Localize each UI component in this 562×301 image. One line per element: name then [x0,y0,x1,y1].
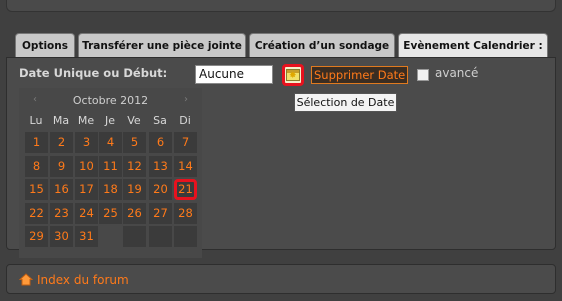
day-cell[interactable]: 19 [123,179,146,200]
weekday-label: Me [77,114,95,127]
day-cell[interactable]: 21 [174,179,197,200]
day-cell[interactable]: 6 [149,132,172,153]
tab-options[interactable]: Options [15,33,75,57]
day-cell[interactable]: 7 [174,132,197,153]
delete-date-button[interactable]: Supprimer Date [311,66,409,84]
day-cell[interactable]: 16 [50,179,73,200]
forum-index-link[interactable]: Index du forum [37,273,129,287]
day-cell[interactable]: 10 [75,156,98,177]
calendar-event-panel: Date Unique ou Début: Aucune Supprimer D… [6,57,556,274]
tab-calendar-event[interactable]: Evènement Calendrier : [398,33,548,57]
weekday-label: Lu [29,114,43,127]
day-cell[interactable]: 15 [25,179,48,200]
day-cell[interactable]: 31 [75,226,98,247]
tab-poll[interactable]: Création d’un sondage [249,33,395,57]
weekday-label: Ma [52,114,70,127]
date-picker-tooltip: Sélection de Date [294,93,397,112]
calendar-month-title: Octobre 2012 [72,94,149,107]
weekday-label: Ve [127,114,141,127]
day-cell[interactable]: 18 [99,179,122,200]
weekday-label: Sa [153,114,167,127]
day-cell[interactable]: 22 [25,203,48,224]
day-cell[interactable]: 20 [149,179,172,200]
advanced-checkbox[interactable] [417,69,429,81]
day-cell[interactable]: 25 [99,203,122,224]
day-cell[interactable]: 9 [50,156,73,177]
day-cell[interactable]: 14 [174,156,197,177]
date-label: Date Unique ou Début: [19,66,168,80]
tab-bar: Options Transférer une pièce jointe Créa… [15,33,548,57]
calendar-header: ‹ Octobre 2012 › [19,94,202,108]
day-cell[interactable]: 8 [25,156,48,177]
day-cell[interactable]: 12 [123,156,146,177]
calendar-icon [286,69,300,81]
advanced-label: avancé [435,66,479,80]
day-cell[interactable]: 13 [149,156,172,177]
weekday-label: Di [179,114,191,127]
home-icon [19,273,33,286]
day-cell[interactable]: 23 [50,203,73,224]
day-cell[interactable]: 30 [50,226,73,247]
breadcrumb-bar: Index du forum [6,264,556,294]
empty-day-cell [123,226,146,247]
day-cell[interactable]: 17 [75,179,98,200]
day-cell[interactable]: 26 [123,203,146,224]
date-input[interactable]: Aucune [195,65,273,84]
day-cell[interactable]: 24 [75,203,98,224]
calendar-popup: ‹ Octobre 2012 › Lu Ma Me Je Ve Sa Di 12345678… [19,88,202,274]
next-month-button[interactable]: › [184,94,188,105]
day-cell[interactable]: 27 [149,203,172,224]
day-cell[interactable]: 11 [99,156,122,177]
day-cell[interactable]: 2 [50,132,73,153]
day-cell[interactable]: 1 [25,132,48,153]
tab-attachment[interactable]: Transférer une pièce jointe [78,33,246,57]
day-cell[interactable]: 28 [174,203,197,224]
day-cell[interactable]: 5 [123,132,146,153]
calendar-picker-button[interactable] [282,64,304,86]
empty-day-cell [149,226,172,247]
day-cell[interactable]: 3 [75,132,98,153]
weekday-label: Je [104,114,115,127]
empty-day-cell [174,226,197,247]
top-panel [6,0,556,12]
day-cell[interactable]: 29 [25,226,48,247]
day-cell[interactable]: 4 [99,132,122,153]
